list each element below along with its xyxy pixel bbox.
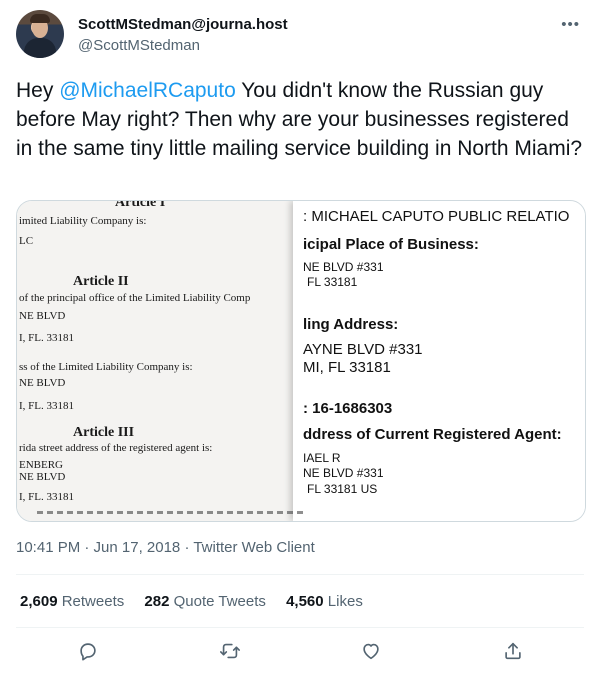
doc-line: AYNE BLVD #331: [303, 341, 423, 358]
quote-tweets-label: Quote Tweets: [173, 593, 266, 610]
doc-line: I, FL. 33181: [19, 332, 74, 344]
doc-line: ss of the Limited Liability Company is:: [19, 361, 193, 373]
like-icon: [363, 643, 379, 660]
tweet-actions: [0, 636, 600, 668]
doc-line: : 16-1686303: [303, 400, 393, 417]
more-horizontal-icon[interactable]: •••: [561, 16, 580, 33]
scan-smudge: [37, 511, 307, 514]
quote-tweets-count: 282: [144, 593, 170, 610]
doc-line: rida street address of the registered ag…: [19, 442, 213, 454]
doc-line: Article II: [73, 274, 129, 289]
doc-line: imited Liability Company is:: [19, 215, 147, 227]
tweet-media-image[interactable]: Article I imited Liability Company is: L…: [16, 200, 586, 522]
retweet-button[interactable]: [219, 640, 243, 664]
doc-line: ddress of Current Registered Agent:: [303, 426, 562, 443]
retweets-label: Retweets: [61, 593, 125, 610]
doc-line: ENBERG: [19, 459, 63, 471]
reply-icon: [80, 643, 96, 661]
tweet-timestamp[interactable]: 10:41 PM · Jun 17, 2018 · Twitter Web Cl…: [16, 539, 315, 556]
share-button[interactable]: [502, 640, 526, 664]
doc-line: Article III: [73, 425, 135, 440]
document-left: Article I imited Liability Company is: L…: [17, 201, 293, 521]
divider: [16, 627, 584, 628]
doc-line: : MICHAEL CAPUTO PUBLIC RELATIO: [303, 208, 570, 225]
author-display-name[interactable]: ScottMStedman@journa.host: [78, 16, 288, 33]
like-button[interactable]: [360, 640, 384, 664]
doc-line: NE BLVD #331: [303, 260, 384, 274]
doc-line: IAEL R: [303, 451, 341, 465]
doc-line: NE BLVD: [19, 471, 66, 483]
doc-line: icipal Place of Business:: [303, 236, 479, 253]
tweet-text: Hey @MichaelRCaputo You didn't know the …: [16, 76, 588, 163]
retweet-icon: [220, 643, 240, 659]
likes-count: 4,560: [286, 593, 324, 610]
share-icon: [505, 642, 521, 660]
likes-label: Likes: [327, 593, 363, 610]
reply-button[interactable]: [77, 640, 101, 664]
avatar[interactable]: [16, 10, 64, 58]
tweet-stats: 2,609 Retweets 282 Quote Tweets 4,560 Li…: [20, 593, 379, 610]
doc-line: ling Address:: [303, 316, 399, 333]
doc-line: FL 33181: [307, 275, 358, 289]
doc-line: MI, FL 33181: [303, 359, 391, 376]
doc-line: I, FL. 33181: [19, 400, 74, 412]
likes-stat[interactable]: 4,560 Likes: [286, 593, 363, 610]
tweet-text-prefix: Hey: [16, 79, 60, 102]
doc-line: FL 33181 US: [307, 482, 378, 496]
retweets-stat[interactable]: 2,609 Retweets: [20, 593, 124, 610]
doc-line: of the principal office of the Limited L…: [19, 292, 251, 304]
tweet-header: ScottMStedman@journa.host @ScottMStedman…: [16, 10, 584, 64]
author-handle[interactable]: @ScottMStedman: [78, 37, 200, 54]
doc-line: I, FL. 33181: [19, 491, 74, 503]
divider: [16, 574, 584, 575]
retweets-count: 2,609: [20, 593, 58, 610]
doc-line: Article I: [115, 200, 166, 210]
mention-link[interactable]: @MichaelRCaputo: [59, 79, 236, 102]
document-right: : MICHAEL CAPUTO PUBLIC RELATIO icipal P…: [293, 201, 585, 521]
doc-line: NE BLVD: [19, 310, 66, 322]
doc-line: NE BLVD: [19, 377, 66, 389]
doc-line: LC: [19, 235, 34, 247]
quote-tweets-stat[interactable]: 282 Quote Tweets: [144, 593, 265, 610]
doc-line: NE BLVD #331: [303, 466, 384, 480]
